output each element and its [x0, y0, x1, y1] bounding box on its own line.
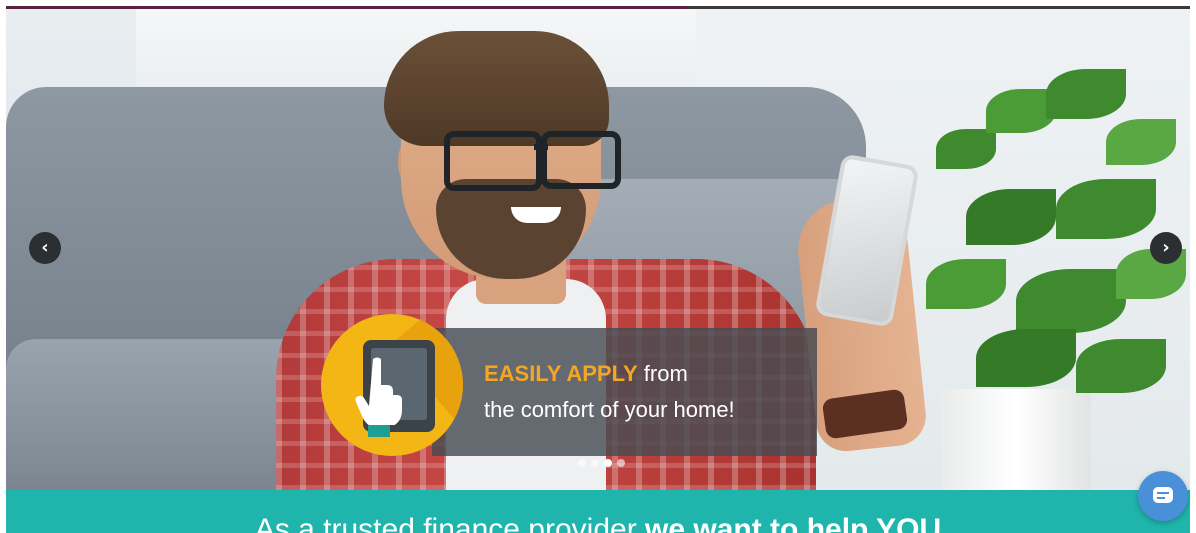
carousel-indicators — [578, 454, 630, 467]
caption-line-1: EASILY APPLY from — [484, 356, 735, 392]
glasses-lens-right — [541, 131, 621, 189]
plant-leaf — [926, 259, 1006, 309]
caption-highlight: EASILY APPLY — [484, 361, 638, 386]
hand-cuff — [368, 425, 390, 437]
plant-leaf — [966, 189, 1056, 245]
chat-icon-line — [1157, 492, 1169, 494]
chevron-left-icon: ‹ — [41, 237, 49, 258]
person-hair — [384, 31, 609, 146]
plant-leaf — [1056, 179, 1156, 239]
caption-line-1-rest: from — [637, 361, 688, 386]
pointing-hand-icon — [355, 357, 402, 425]
top-progress-bar — [0, 0, 1196, 9]
tagline-bold: we want to help YOU — [645, 513, 942, 533]
plant-leaf — [1016, 269, 1126, 333]
carousel-dot[interactable] — [591, 459, 599, 467]
chevron-right-icon: › — [1162, 237, 1170, 258]
tagline-normal: As a trusted finance provider — [254, 513, 646, 533]
chat-icon-line — [1157, 497, 1165, 499]
glasses-bridge — [534, 144, 548, 150]
carousel-dot[interactable] — [578, 459, 586, 467]
plant-pot — [941, 389, 1091, 490]
chat-bubble-icon — [1153, 487, 1173, 503]
carousel-prev-button[interactable]: ‹ — [29, 232, 61, 264]
carousel-dot[interactable] — [617, 459, 625, 467]
plant-leaf — [1076, 339, 1166, 393]
carousel-dot-active[interactable] — [604, 459, 612, 467]
tagline: As a trusted finance provider we want to… — [6, 512, 1190, 533]
tagline-band: As a trusted finance provider we want to… — [6, 490, 1190, 533]
caption-line-2: the comfort of your home! — [484, 397, 735, 422]
plant-leaf — [1106, 119, 1176, 165]
plant-leaf — [1046, 69, 1126, 119]
chat-button[interactable] — [1138, 471, 1188, 521]
plant-leaf — [976, 329, 1076, 387]
plant-leaf — [936, 129, 996, 169]
glasses-lens-left — [444, 131, 542, 191]
slide-caption: EASILY APPLY from the comfort of your ho… — [484, 356, 735, 428]
carousel-next-button[interactable]: › — [1150, 232, 1182, 264]
